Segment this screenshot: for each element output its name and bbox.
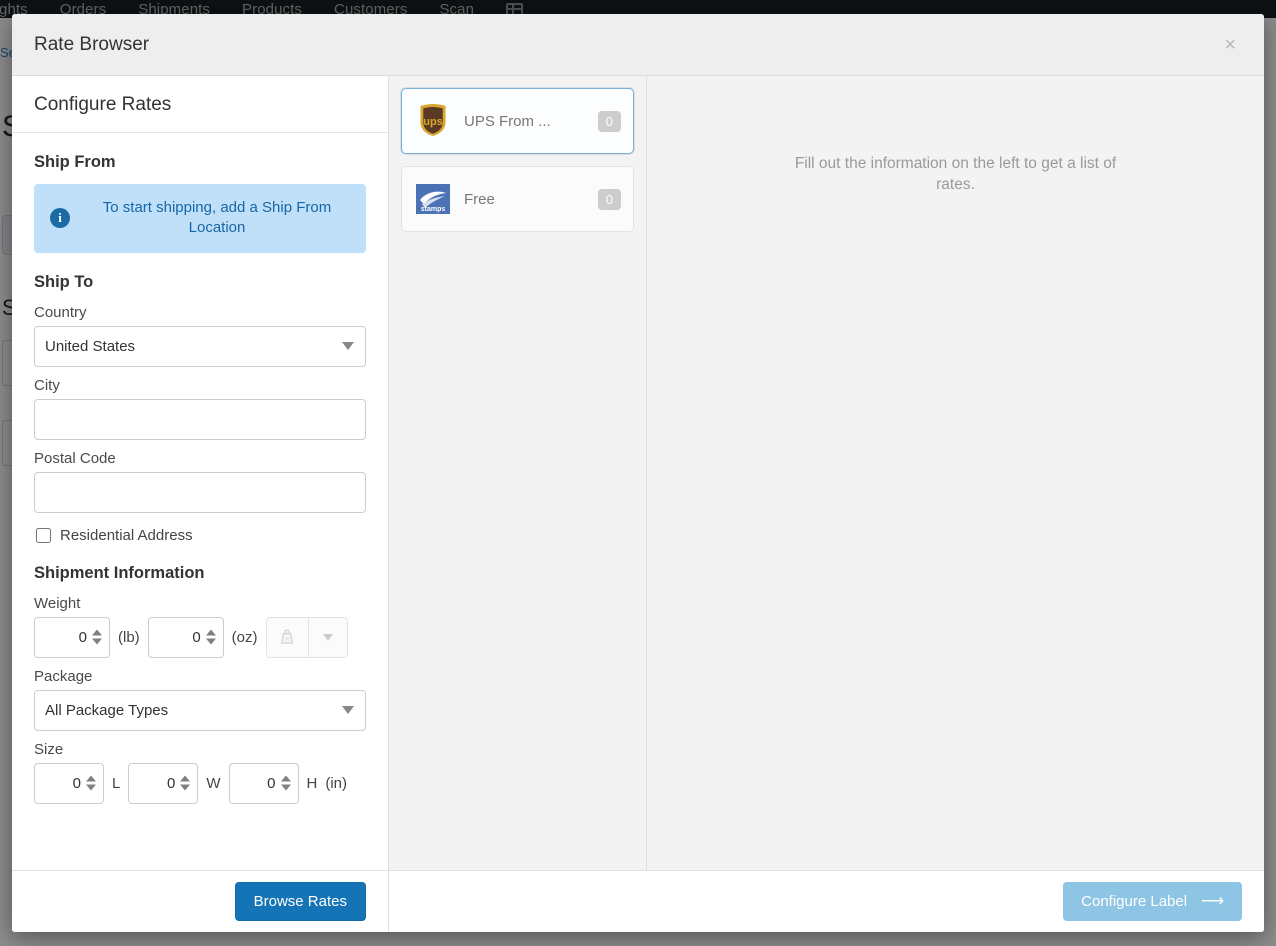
size-row: L W xyxy=(34,762,366,804)
spin-up-icon[interactable] xyxy=(180,775,191,782)
residential-address-checkbox[interactable] xyxy=(36,527,51,543)
scale-dropdown-button[interactable] xyxy=(308,617,347,657)
spin-down-icon[interactable] xyxy=(86,784,96,791)
arrow-right-icon: ⟶ xyxy=(1201,892,1224,910)
weight-lb-spinner[interactable] xyxy=(92,629,102,645)
empty-state-message: Fill out the information on the left to … xyxy=(794,155,1117,193)
footer-left-section: Browse Rates xyxy=(12,871,389,932)
spin-up-icon[interactable] xyxy=(92,629,102,636)
weight-oz-unit: (oz) xyxy=(231,628,258,646)
svg-text:W: W xyxy=(284,637,290,643)
scale-button-group[interactable]: W xyxy=(265,616,348,658)
weight-label: Weight xyxy=(34,594,81,612)
footer-right-section: Configure Label ⟶ xyxy=(389,871,1264,932)
size-width-stepper[interactable] xyxy=(128,762,199,804)
shipment-information-section-title: Shipment Information xyxy=(34,563,205,582)
modal-header: Rate Browser × xyxy=(12,14,1264,76)
rate-results-panel: Fill out the information on the left to … xyxy=(647,76,1264,870)
configure-label-button: Configure Label ⟶ xyxy=(1063,882,1242,921)
package-select[interactable]: All Package Types xyxy=(34,689,366,731)
close-icon[interactable]: × xyxy=(1218,31,1242,59)
configure-rates-title: Configure Rates xyxy=(12,76,388,133)
spin-up-icon[interactable] xyxy=(86,775,96,782)
size-width-unit: W xyxy=(206,774,221,792)
spin-down-icon[interactable] xyxy=(280,784,291,791)
carrier-rate-count-badge: 0 xyxy=(597,188,621,210)
weight-oz-stepper[interactable] xyxy=(147,616,224,658)
svg-text:ups: ups xyxy=(423,116,443,128)
size-width-spinner[interactable] xyxy=(180,775,191,791)
browse-rates-button[interactable]: Browse Rates xyxy=(234,882,366,921)
configure-label-text: Configure Label xyxy=(1081,893,1188,910)
size-height-stepper[interactable] xyxy=(228,762,299,804)
scale-weight-icon[interactable]: W xyxy=(266,617,309,657)
rate-browser-modal: Rate Browser × Configure Rates Ship From… xyxy=(12,14,1264,932)
carrier-list: ups UPS From ... 0 stamps Free 0 xyxy=(389,76,647,870)
weight-lb-unit: (lb) xyxy=(118,628,140,646)
country-select[interactable]: United States xyxy=(34,325,366,367)
configure-rates-panel: Configure Rates Ship From i To start shi… xyxy=(12,76,389,870)
package-label: Package xyxy=(34,667,93,685)
ship-from-section-title: Ship From xyxy=(34,153,116,171)
carrier-name: UPS From ... xyxy=(464,112,551,130)
weight-lb-stepper[interactable] xyxy=(34,616,110,658)
svg-text:stamps: stamps xyxy=(421,206,446,213)
size-label: Size xyxy=(34,740,64,758)
size-unit: (in) xyxy=(325,774,348,792)
spin-up-icon[interactable] xyxy=(205,629,216,636)
residential-address-label: Residential Address xyxy=(60,526,193,544)
weight-row: (lb) (oz) xyxy=(34,616,366,658)
weight-oz-spinner[interactable] xyxy=(205,629,216,645)
spin-down-icon[interactable] xyxy=(92,638,102,645)
ups-logo: ups xyxy=(414,102,452,140)
modal-title: Rate Browser xyxy=(34,33,150,55)
package-select-wrap: All Package Types xyxy=(34,689,366,731)
postal-code-label: Postal Code xyxy=(34,449,116,467)
stamps-logo: stamps xyxy=(414,180,452,218)
size-length-spinner[interactable] xyxy=(86,775,96,791)
ship-to-section-title: Ship To xyxy=(34,272,94,291)
size-height-unit: H xyxy=(306,774,318,792)
carrier-name: Free xyxy=(464,190,495,208)
size-length-stepper[interactable] xyxy=(34,762,104,804)
ship-from-alert-text: To start shipping, add a Ship From Locat… xyxy=(102,199,332,237)
spin-up-icon[interactable] xyxy=(280,775,291,782)
spin-down-icon[interactable] xyxy=(205,638,216,645)
postal-code-input[interactable] xyxy=(34,471,366,513)
carrier-card-stamps[interactable]: stamps Free 0 xyxy=(401,166,634,232)
city-label: City xyxy=(34,376,60,394)
size-length-unit: L xyxy=(112,774,121,792)
residential-address-row[interactable]: Residential Address xyxy=(36,527,366,544)
carrier-card-ups[interactable]: ups UPS From ... 0 xyxy=(401,88,634,154)
modal-footer: Browse Rates Configure Label ⟶ xyxy=(12,870,1264,932)
country-label: Country xyxy=(34,303,87,321)
configure-rates-scroll-area[interactable]: Ship From i To start shipping, add a Shi… xyxy=(12,133,388,870)
chevron-down-icon xyxy=(322,633,333,641)
spin-down-icon[interactable] xyxy=(180,784,191,791)
info-icon: i xyxy=(50,208,70,229)
ship-from-alert[interactable]: i To start shipping, add a Ship From Loc… xyxy=(34,184,366,253)
modal-body: Configure Rates Ship From i To start shi… xyxy=(12,76,1264,870)
size-height-spinner[interactable] xyxy=(280,775,291,791)
country-select-wrap: United States xyxy=(34,325,366,367)
city-input[interactable] xyxy=(34,398,366,440)
carrier-rate-count-badge: 0 xyxy=(597,110,621,132)
